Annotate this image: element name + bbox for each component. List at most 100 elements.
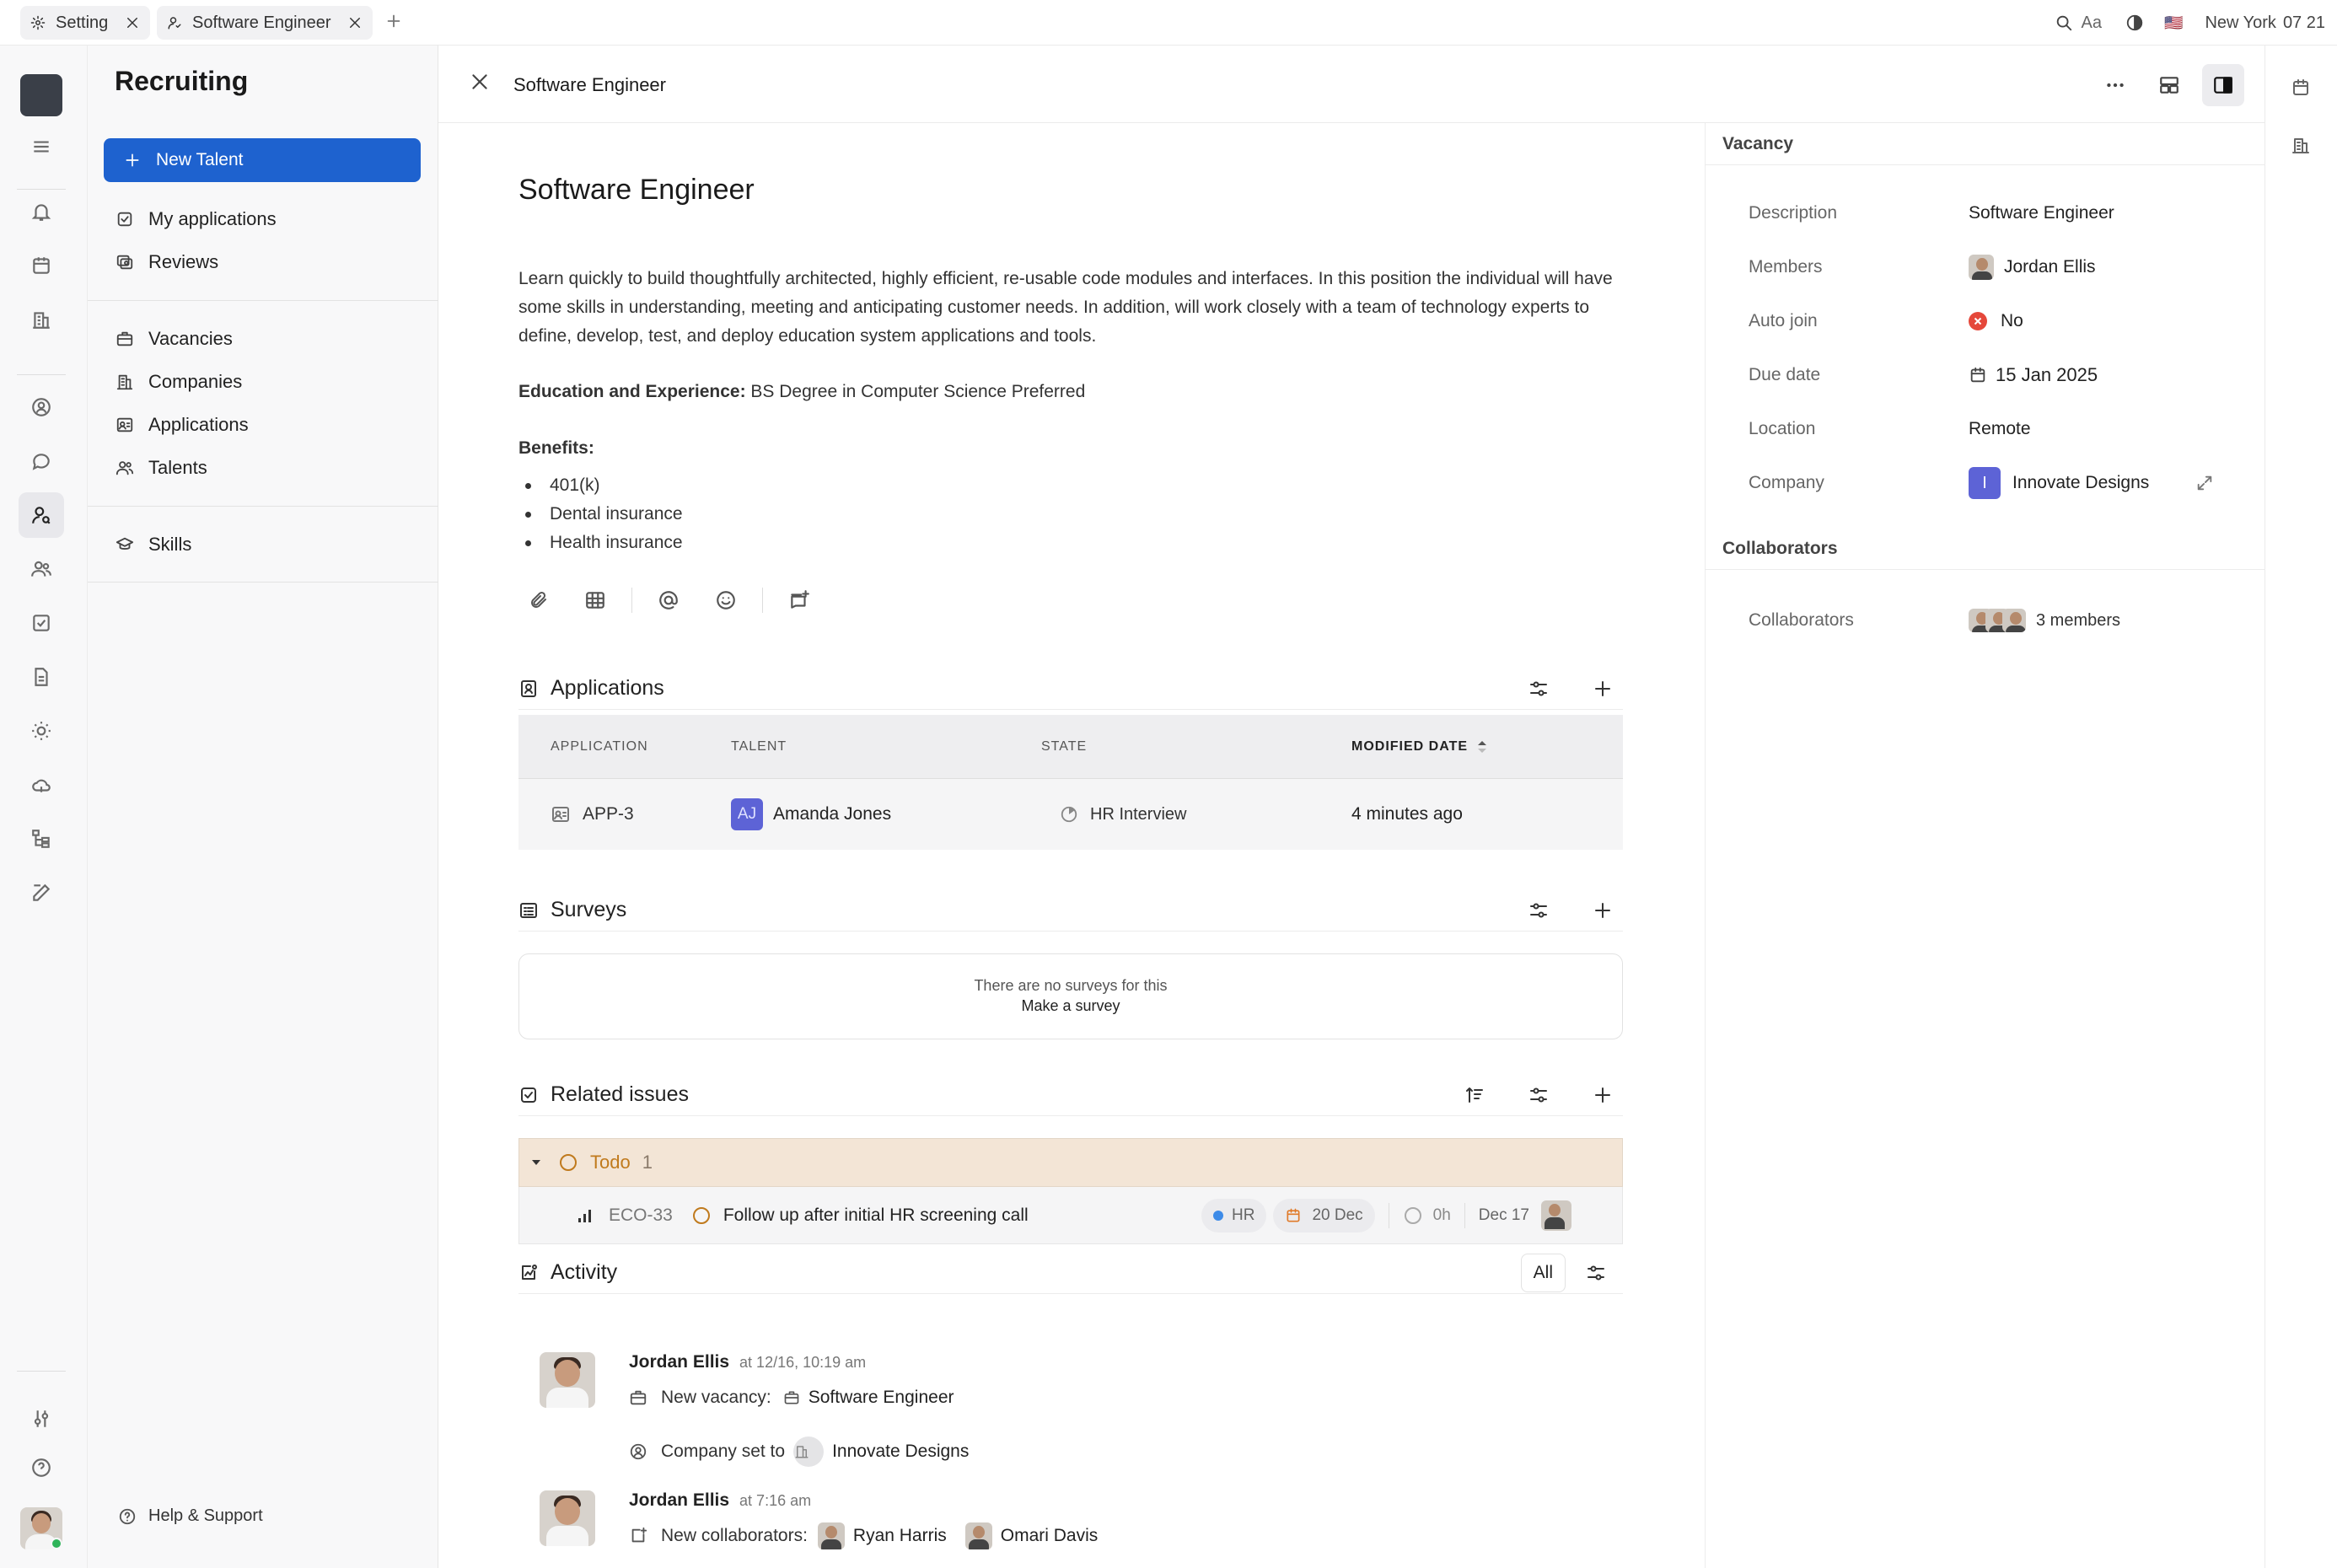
activity-filter-button[interactable]: All [1520, 1253, 1566, 1292]
toggle-aside-button[interactable] [2202, 64, 2244, 106]
column-modified-date[interactable]: MODIFIED DATE [1351, 739, 1623, 754]
tracker-icon[interactable] [19, 600, 64, 646]
add-application-icon[interactable] [1593, 679, 1613, 699]
talent-cell[interactable]: AJ Amanda Jones [731, 798, 1041, 830]
avatar[interactable] [540, 1490, 595, 1546]
recruiting-icon[interactable] [19, 492, 64, 538]
location-label[interactable]: New York [2205, 13, 2276, 33]
issue-row[interactable]: ECO-33 Follow up after initial HR screen… [518, 1187, 1623, 1244]
menu-icon[interactable] [19, 124, 64, 169]
close-icon[interactable] [125, 15, 140, 30]
prop-description[interactable]: Description Software Engineer [1749, 196, 2238, 230]
prop-value[interactable]: 15 Jan 2025 [1969, 364, 2098, 386]
prop-value[interactable]: Software Engineer [1969, 203, 2114, 223]
prop-location[interactable]: Location Remote [1749, 412, 2238, 446]
column-application[interactable]: APPLICATION [518, 739, 731, 754]
sidebar-item-applications[interactable]: Applications [115, 408, 249, 442]
prop-due-date[interactable]: Due date 15 Jan 2025 [1749, 358, 2238, 392]
attach-icon[interactable] [529, 590, 549, 610]
hierarchy-icon[interactable] [19, 816, 64, 862]
vacancy-description[interactable]: Learn quickly to build thoughtfully arch… [518, 265, 1614, 351]
close-icon[interactable] [347, 15, 363, 30]
column-state[interactable]: STATE [1041, 739, 1351, 754]
contrast-icon[interactable] [2125, 13, 2144, 32]
mention-icon[interactable] [658, 589, 680, 611]
close-icon[interactable] [469, 71, 491, 93]
column-talent[interactable]: TALENT [731, 739, 1041, 754]
sun-icon[interactable] [19, 708, 64, 754]
prop-value[interactable]: Remote [1969, 419, 2031, 439]
view-options-icon[interactable] [1586, 1263, 1606, 1283]
vacancy-link[interactable]: Software Engineer [809, 1388, 954, 1408]
estimation-icon[interactable] [1403, 1206, 1423, 1226]
activity-author[interactable]: Jordan Ellis [629, 1352, 729, 1372]
sidebar-item-vacancies[interactable]: Vacancies [115, 322, 233, 356]
user-avatar[interactable] [19, 1506, 64, 1551]
cloud-icon[interactable] [19, 762, 64, 808]
todo-status-icon[interactable] [691, 1206, 712, 1226]
prop-members[interactable]: Members Jordan Ellis [1749, 250, 2238, 284]
layout-button[interactable] [2148, 64, 2190, 106]
prop-value[interactable]: 3 members [1969, 609, 2120, 632]
workspace-logo[interactable] [19, 72, 64, 118]
edit-icon[interactable] [19, 870, 64, 916]
application-id-cell[interactable]: APP-3 [518, 804, 731, 824]
team-icon[interactable] [19, 546, 64, 592]
due-date-pill[interactable]: 20 Dec [1273, 1198, 1375, 1232]
collaborator-name[interactable]: Ryan Harris [853, 1526, 947, 1546]
sidebar-item-skills[interactable]: Skills [115, 528, 191, 561]
tab-software-engineer[interactable]: Software Engineer [157, 6, 373, 40]
documents-icon[interactable] [19, 654, 64, 700]
vacancy-header[interactable]: Vacancy [1706, 123, 2265, 165]
help-icon[interactable] [19, 1445, 64, 1490]
company-link[interactable]: Innovate Designs [832, 1442, 969, 1462]
prop-collaborators[interactable]: Collaborators 3 members [1749, 604, 2238, 637]
issue-id[interactable]: ECO-33 [609, 1206, 673, 1226]
prop-value[interactable]: No [1969, 311, 2023, 331]
issue-group-todo[interactable]: Todo 1 [518, 1138, 1623, 1187]
help-support-link[interactable]: Help & Support [118, 1506, 263, 1526]
contacts-icon[interactable] [19, 384, 64, 430]
view-options-icon[interactable] [1528, 679, 1549, 699]
add-issue-icon[interactable] [1593, 1085, 1613, 1105]
sort-order-icon[interactable] [1464, 1085, 1485, 1105]
flag-icon[interactable]: 🇺🇸 [2164, 14, 2183, 32]
search-icon[interactable] [2055, 13, 2073, 32]
add-tab-icon[interactable] [384, 12, 403, 30]
prop-company[interactable]: Company I Innovate Designs [1749, 466, 2238, 500]
prop-value[interactable]: Jordan Ellis [1969, 255, 2096, 280]
avatar[interactable] [540, 1352, 595, 1408]
education-line[interactable]: Education and Experience: BS Degree in C… [518, 378, 1614, 406]
sidebar-item-reviews[interactable]: Reviews [115, 245, 218, 279]
collaborators-header[interactable]: Collaborators [1706, 528, 2265, 570]
table-row[interactable]: APP-3 AJ Amanda Jones HR Interview 4 min… [518, 779, 1623, 850]
collaborator-name[interactable]: Omari Davis [1001, 1526, 1099, 1546]
sidebar-item-talents[interactable]: Talents [115, 451, 207, 485]
bell-icon[interactable] [19, 189, 64, 234]
label-pill[interactable]: HR [1201, 1198, 1267, 1232]
priority-bars-icon[interactable] [577, 1207, 594, 1224]
assignee-avatar[interactable] [1541, 1200, 1571, 1231]
chevron-down-icon[interactable] [529, 1156, 543, 1169]
calendar-icon[interactable] [19, 243, 64, 288]
table-icon[interactable] [584, 589, 606, 611]
view-options-icon[interactable] [1528, 900, 1549, 921]
emoji-icon[interactable] [715, 589, 737, 611]
view-options-icon[interactable] [1528, 1085, 1549, 1105]
chat-icon[interactable] [19, 438, 64, 484]
activity-author[interactable]: Jordan Ellis [629, 1490, 729, 1511]
prop-auto-join[interactable]: Auto join No [1749, 304, 2238, 338]
sidebar-item-my-applications[interactable]: My applications [115, 202, 277, 236]
add-survey-icon[interactable] [1593, 900, 1613, 921]
tab-setting[interactable]: Setting [20, 6, 150, 40]
issue-title[interactable]: Follow up after initial HR screening cal… [723, 1206, 1029, 1226]
vacancy-title[interactable]: Software Engineer [518, 174, 755, 207]
office-icon[interactable] [19, 297, 64, 342]
add-comment-icon[interactable] [788, 589, 810, 611]
state-cell[interactable]: HR Interview [1041, 805, 1351, 824]
settings-sliders-icon[interactable] [19, 1396, 64, 1442]
office-icon[interactable] [2291, 135, 2311, 155]
calendar-icon[interactable] [2291, 78, 2311, 98]
make-survey-link[interactable]: Make a survey [519, 997, 1622, 1015]
prop-value[interactable]: I Innovate Designs [1969, 467, 2149, 499]
